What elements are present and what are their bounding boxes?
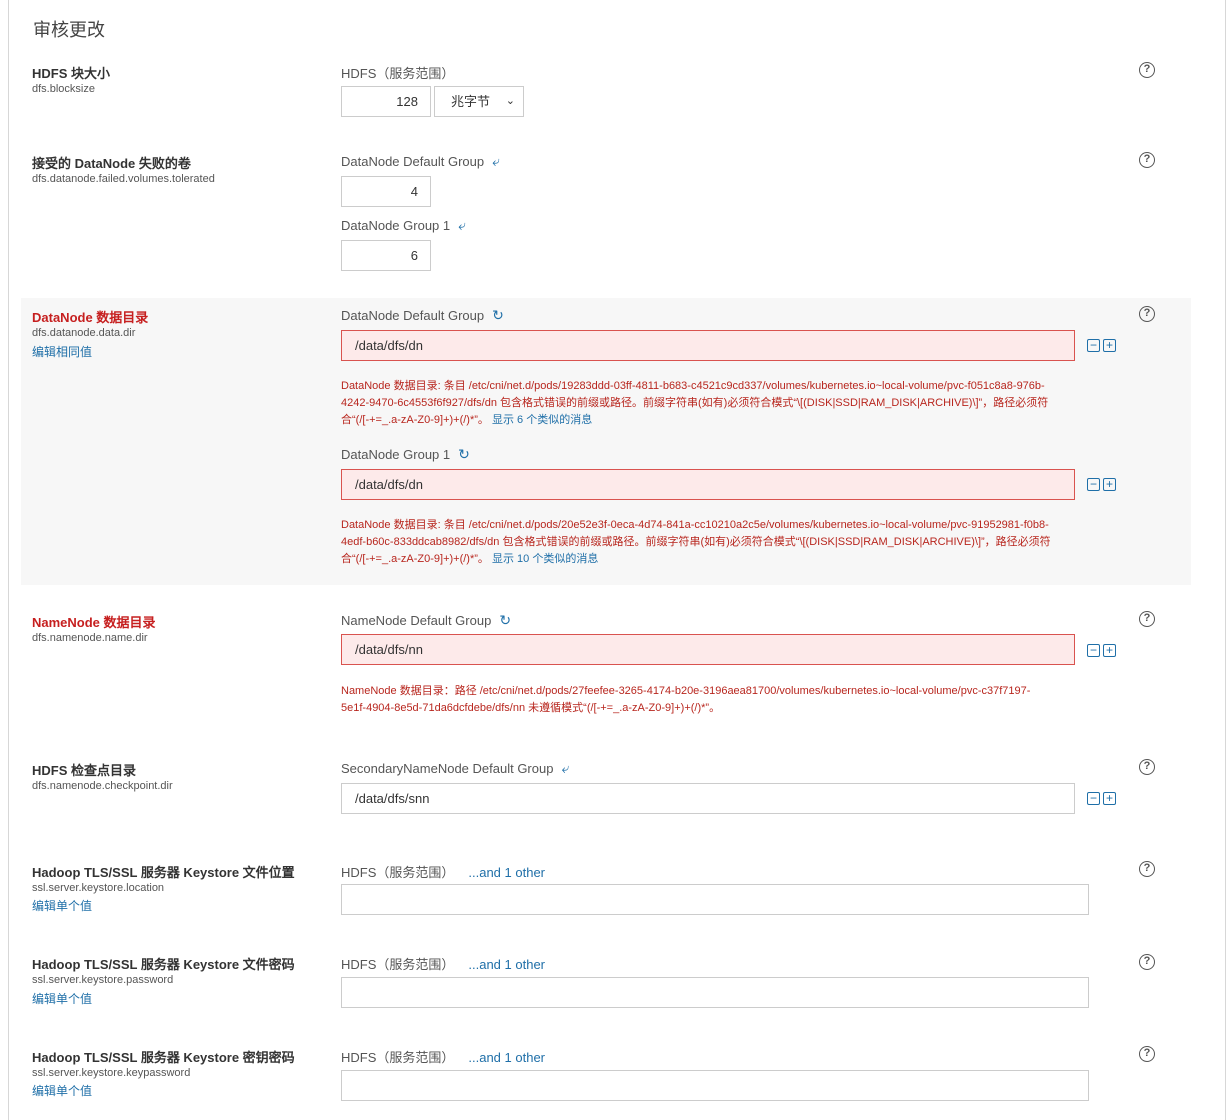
add-remove-controls: − +: [1087, 336, 1119, 352]
keystore-location-key: ssl.server.keystore.location: [32, 882, 165, 894]
blocksize-label: HDFS 块大小: [32, 66, 111, 81]
add-remove-controls: − +: [1087, 475, 1119, 491]
show-similar-messages-link[interactable]: 显示 6 个类似的消息: [492, 414, 592, 426]
plus-square-icon[interactable]: +: [1103, 644, 1116, 657]
plus-square-icon[interactable]: +: [1103, 478, 1116, 491]
and-other-link[interactable]: ...and 1 other: [468, 957, 545, 972]
failed-volumes-input-default[interactable]: 4: [341, 176, 431, 207]
namenode-dir-key: dfs.namenode.name.dir: [32, 632, 148, 644]
keystore-password-group: HDFS（服务范围） ...and 1 other: [341, 957, 546, 972]
minus-square-icon[interactable]: −: [1087, 478, 1100, 491]
edit-single-value-link[interactable]: 编辑单个值: [32, 1082, 92, 1099]
undo-arrow-icon[interactable]: ⤶: [458, 217, 466, 233]
minus-square-icon[interactable]: −: [1087, 339, 1100, 352]
failed-volumes-label: 接受的 DataNode 失败的卷: [32, 156, 191, 171]
help-icon[interactable]: ?: [1139, 1046, 1155, 1062]
and-other-link[interactable]: ...and 1 other: [468, 1050, 545, 1065]
namenode-dir-group: NameNode Default Group ↻: [341, 612, 512, 628]
keystore-location-group: HDFS（服务范围） ...and 1 other: [341, 865, 546, 880]
failed-volumes-key: dfs.datanode.failed.volumes.tolerated: [32, 173, 215, 185]
failed-volumes-group-default: DataNode Default Group ⤶: [341, 153, 500, 169]
keystore-password-input[interactable]: [341, 977, 1089, 1008]
edit-single-value-link[interactable]: 编辑单个值: [32, 897, 92, 914]
datanode-dir-error-default: DataNode 数据目录: 条目 /etc/cni/net.d/pods/19…: [341, 380, 1049, 426]
help-icon[interactable]: ?: [1139, 306, 1155, 322]
keystore-keypassword-key: ssl.server.keystore.keypassword: [32, 1067, 191, 1079]
failed-volumes-group-1: DataNode Group 1 ⤶: [341, 217, 466, 233]
checkpoint-key: dfs.namenode.checkpoint.dir: [32, 780, 173, 792]
datanode-dir-error-group1: DataNode 数据目录: 条目 /etc/cni/net.d/pods/20…: [341, 519, 1051, 565]
keystore-keypassword-label: Hadoop TLS/SSL 服务器 Keystore 密钥密码: [32, 1050, 295, 1065]
revert-icon[interactable]: ↻: [458, 446, 470, 462]
help-icon[interactable]: ?: [1139, 954, 1155, 970]
datanode-dir-input-group1[interactable]: /data/dfs/dn: [341, 469, 1075, 500]
datanode-dir-group-1: DataNode Group 1 ↻: [341, 446, 470, 462]
help-icon[interactable]: ?: [1139, 759, 1155, 775]
blocksize-input[interactable]: 128: [341, 86, 431, 117]
edit-same-value-link[interactable]: 编辑相同值: [32, 343, 92, 360]
keystore-password-key: ssl.server.keystore.password: [32, 974, 174, 986]
and-other-link[interactable]: ...and 1 other: [468, 865, 545, 880]
plus-square-icon[interactable]: +: [1103, 339, 1116, 352]
help-icon[interactable]: ?: [1139, 861, 1155, 877]
undo-arrow-icon[interactable]: ⤶: [561, 760, 569, 776]
undo-arrow-icon[interactable]: ⤶: [492, 153, 500, 169]
help-icon[interactable]: ?: [1139, 62, 1155, 78]
chevron-down-icon: ⌄: [505, 95, 515, 107]
revert-icon[interactable]: ↻: [492, 307, 504, 323]
datanode-dir-key: dfs.datanode.data.dir: [32, 327, 136, 339]
help-icon[interactable]: ?: [1139, 611, 1155, 627]
help-icon[interactable]: ?: [1139, 152, 1155, 168]
namenode-dir-label: NameNode 数据目录: [32, 615, 156, 630]
blocksize-group: HDFS（服务范围）: [341, 66, 455, 81]
minus-square-icon[interactable]: −: [1087, 792, 1100, 805]
keystore-keypassword-group: HDFS（服务范围） ...and 1 other: [341, 1050, 546, 1065]
failed-volumes-input-group1[interactable]: 6: [341, 240, 431, 271]
show-similar-messages-link[interactable]: 显示 10 个类似的消息: [492, 553, 598, 565]
add-remove-controls: − +: [1087, 789, 1119, 805]
add-remove-controls: − +: [1087, 641, 1119, 657]
blocksize-unit-select[interactable]: 兆字节 ⌄: [434, 86, 524, 117]
minus-square-icon[interactable]: −: [1087, 644, 1100, 657]
page-title: 审核更改: [33, 20, 105, 40]
namenode-dir-error: NameNode 数据目录：路径 /etc/cni/net.d/pods/27f…: [341, 685, 1031, 714]
checkpoint-group: SecondaryNameNode Default Group ⤶: [341, 760, 570, 776]
keystore-location-label: Hadoop TLS/SSL 服务器 Keystore 文件位置: [32, 865, 295, 880]
checkpoint-label: HDFS 检查点目录: [32, 763, 137, 778]
namenode-dir-input[interactable]: /data/dfs/nn: [341, 634, 1075, 665]
datanode-dir-label: DataNode 数据目录: [32, 310, 149, 325]
keystore-password-label: Hadoop TLS/SSL 服务器 Keystore 文件密码: [32, 957, 295, 972]
datanode-dir-input-default[interactable]: /data/dfs/dn: [341, 330, 1075, 361]
revert-icon[interactable]: ↻: [499, 612, 511, 628]
keystore-keypassword-input[interactable]: [341, 1070, 1089, 1101]
edit-single-value-link[interactable]: 编辑单个值: [32, 990, 92, 1007]
plus-square-icon[interactable]: +: [1103, 792, 1116, 805]
checkpoint-input[interactable]: /data/dfs/snn: [341, 783, 1075, 814]
datanode-dir-group-default: DataNode Default Group ↻: [341, 307, 504, 323]
keystore-location-input[interactable]: [341, 884, 1089, 915]
blocksize-key: dfs.blocksize: [32, 83, 95, 95]
